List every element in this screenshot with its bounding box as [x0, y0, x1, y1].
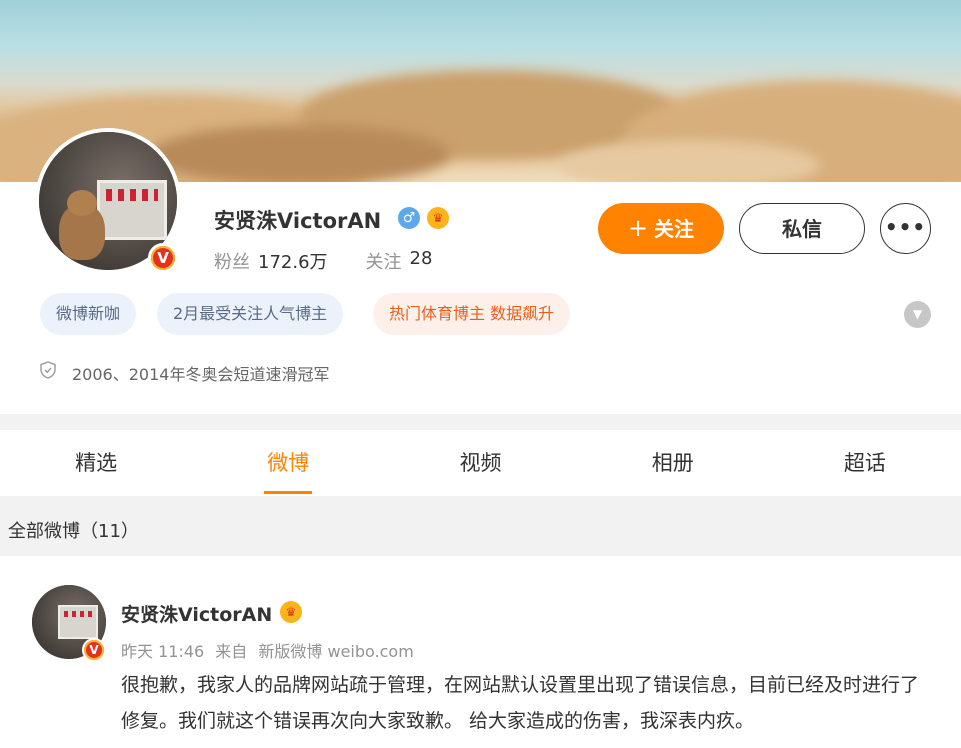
post-time[interactable]: 昨天 11:46: [121, 642, 204, 661]
followers-count[interactable]: 172.6万: [258, 248, 328, 274]
following-label[interactable]: 关注: [366, 248, 402, 274]
post-text: 很抱歉，我家人的品牌网站疏于管理，在网站默认设置里出现了错误信息，目前已经及时进…: [121, 674, 920, 732]
tab-weibo[interactable]: 微博: [192, 430, 384, 496]
plus-icon: +: [627, 214, 649, 242]
tab-video[interactable]: 视频: [384, 430, 576, 496]
shield-icon: [40, 361, 56, 379]
tag-new-star[interactable]: 微博新咖: [40, 293, 137, 335]
tab-album[interactable]: 相册: [577, 430, 769, 496]
profile-intro: 2006、2014年冬奥会短道速滑冠军: [72, 365, 330, 384]
tag-sports-blogger[interactable]: 热门体育博主 数据飙升: [373, 293, 571, 335]
post-source-prefix: 来自: [215, 642, 248, 661]
tag-popular-blogger[interactable]: 2月最受关注人气博主: [157, 293, 344, 335]
verified-badge-icon: V: [82, 638, 106, 662]
verified-badge-icon: V: [148, 243, 178, 273]
post-meta: 昨天 11:46 来自 新版微博 weibo.com: [121, 638, 420, 662]
followers-label[interactable]: 粉丝: [214, 248, 250, 274]
male-icon: ♂: [398, 207, 420, 229]
following-count[interactable]: 28: [410, 248, 433, 274]
tab-super-topic[interactable]: 超话: [769, 430, 961, 496]
more-options-button[interactable]: •••: [880, 203, 931, 254]
profile-stats: 粉丝 172.6万 关注 28: [214, 248, 432, 274]
profile-name: 安贤洙VictorAN: [214, 209, 382, 233]
tab-featured[interactable]: 精选: [0, 430, 192, 496]
crown-icon[interactable]: ♛: [427, 207, 449, 229]
profile-tabs: 精选 微博 视频 相册 超话: [0, 430, 961, 496]
crown-icon[interactable]: ♛: [280, 601, 302, 623]
post-author-name[interactable]: 安贤洙VictorAN: [121, 600, 272, 627]
post-source: 新版微博 weibo.com: [258, 642, 414, 661]
chevron-down-icon[interactable]: ▼: [904, 301, 931, 328]
follow-button[interactable]: + 关注: [598, 203, 724, 254]
message-button[interactable]: 私信: [739, 203, 865, 254]
weibo-count: 全部微博（11）: [8, 521, 139, 542]
